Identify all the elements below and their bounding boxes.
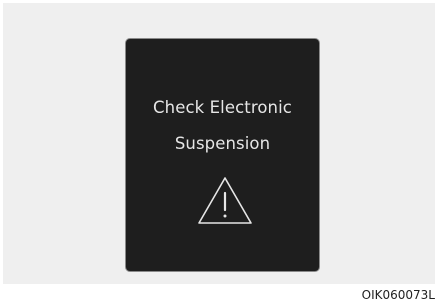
figure-code: OIK060073L bbox=[361, 288, 435, 302]
warning-triangle-icon bbox=[198, 177, 252, 224]
message-line-1: Check Electronic bbox=[153, 98, 292, 117]
message-line-2: Suspension bbox=[174, 134, 271, 153]
cluster-display-panel: Check Electronic Suspension bbox=[125, 38, 320, 272]
